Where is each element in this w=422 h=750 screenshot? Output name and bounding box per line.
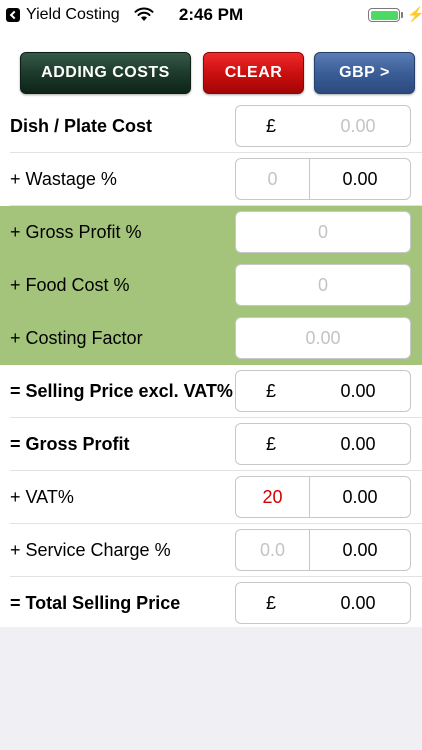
gross-profit-percent-field[interactable]: 0 (235, 211, 411, 253)
row-food-cost-percent: + Food Cost % 0 (0, 259, 422, 312)
selling-price-excl-vat-label: = Selling Price excl. VAT% (10, 381, 233, 401)
dish-plate-cost-field[interactable]: £ 0.00 (235, 105, 411, 147)
food-cost-percent-field[interactable]: 0 (235, 264, 411, 306)
food-cost-percent-input[interactable]: 0 (236, 265, 410, 305)
clock: 2:46 PM (178, 5, 244, 24)
service-charge-value: 0.00 (342, 539, 378, 560)
currency-symbol: £ (265, 592, 276, 613)
currency-symbol: £ (265, 433, 276, 454)
row-costing-factor: + Costing Factor 0.00 (0, 312, 422, 365)
row-vat: + VAT% 20 0.00 (0, 471, 422, 524)
selling-price-excl-vat-value: 0.00 (340, 380, 376, 401)
currency-symbol: £ (265, 115, 276, 136)
gross-profit-field: £ 0.00 (235, 423, 411, 465)
costing-form: Dish / Plate Cost £ 0.00 + Wastage % 0 0… (0, 100, 422, 627)
row-gross-profit: = Gross Profit £ 0.00 (0, 418, 422, 471)
row-total-selling-price: = Total Selling Price £ 0.00 (0, 577, 422, 630)
costing-factor-field[interactable]: 0.00 (235, 317, 411, 359)
currency-symbol: £ (265, 380, 276, 401)
row-gross-profit-percent: + Gross Profit % 0 (0, 206, 422, 259)
wastage-field: 0 0.00 (235, 158, 411, 200)
gross-profit-value: 0.00 (340, 433, 376, 454)
vat-percent-input[interactable]: 20 (236, 477, 309, 517)
vat-field: 20 0.00 (235, 476, 411, 518)
costing-factor-label: + Costing Factor (10, 328, 143, 348)
total-selling-price-label: = Total Selling Price (10, 593, 181, 613)
battery-icon (368, 8, 400, 22)
wastage-percent-input[interactable]: 0 (236, 159, 309, 199)
vat-value: 0.00 (342, 486, 378, 507)
row-selling-price-excl-vat: = Selling Price excl. VAT% £ 0.00 (0, 365, 422, 418)
clear-button[interactable]: CLEAR (203, 52, 304, 94)
wastage-label: + Wastage % (10, 169, 117, 189)
battery-tip (401, 12, 403, 18)
adding-costs-button[interactable]: ADDING COSTS (20, 52, 191, 94)
currency-button[interactable]: GBP > (314, 52, 415, 94)
status-bar: Yield Costing 2:46 PM ⚡ (0, 0, 422, 30)
row-service-charge: + Service Charge % 0.0 0.00 (0, 524, 422, 577)
service-charge-label: + Service Charge % (10, 540, 171, 560)
wastage-value: 0.00 (342, 168, 378, 189)
charging-icon: ⚡ (407, 6, 422, 22)
costing-factor-input[interactable]: 0.00 (236, 318, 410, 358)
gross-profit-percent-label: + Gross Profit % (10, 222, 142, 242)
gross-profit-percent-input[interactable]: 0 (236, 212, 410, 252)
service-charge-field: 0.0 0.00 (235, 529, 411, 571)
service-charge-percent-input[interactable]: 0.0 (236, 530, 309, 570)
dish-plate-cost-input[interactable]: 0.00 (306, 106, 410, 146)
vat-label: + VAT% (10, 487, 74, 507)
toolbar: ADDING COSTS CLEAR GBP > (0, 30, 422, 100)
gross-profit-label: = Gross Profit (10, 434, 130, 454)
selling-price-excl-vat-field: £ 0.00 (235, 370, 411, 412)
dish-plate-cost-label: Dish / Plate Cost (10, 116, 153, 136)
row-dish-plate-cost: Dish / Plate Cost £ 0.00 (0, 100, 422, 153)
total-selling-price-value: 0.00 (340, 592, 376, 613)
food-cost-percent-label: + Food Cost % (10, 275, 130, 295)
total-selling-price-field: £ 0.00 (235, 582, 411, 624)
row-wastage: + Wastage % 0 0.00 (0, 153, 422, 206)
